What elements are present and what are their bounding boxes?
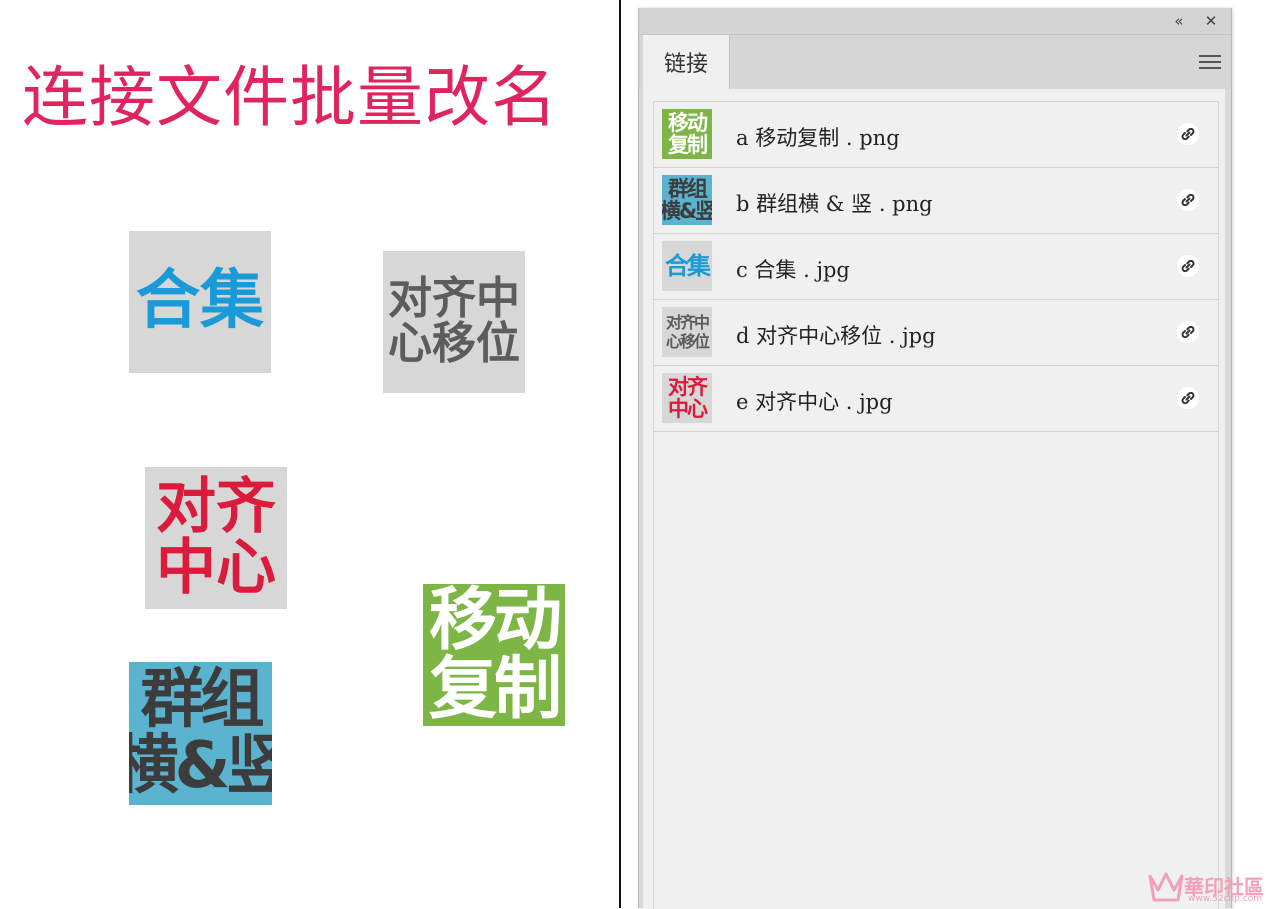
tile-text-line: 复制 bbox=[428, 650, 562, 726]
link-filename: d 对齐中心移位 . jpg bbox=[736, 324, 936, 348]
thumbnail-text-line: 中心 bbox=[668, 397, 708, 421]
hamburger-menu-icon[interactable] bbox=[1199, 51, 1221, 71]
link-status-icon[interactable] bbox=[1176, 254, 1200, 278]
link-status-icon[interactable] bbox=[1176, 386, 1200, 410]
link-filename: a 移动复制 . png bbox=[736, 126, 900, 150]
tile-text-line: 群组 bbox=[140, 663, 265, 738]
watermark-logo: 華印社區 www.52cnp.com bbox=[1148, 866, 1280, 908]
tile-duiqi-zhongxin-yiwei[interactable]: 对齐中 心移位 bbox=[383, 251, 525, 393]
tile-duiqi-zhongxin[interactable]: 对齐 中心 bbox=[145, 467, 287, 609]
link-filename: c 合集 . jpg bbox=[736, 258, 850, 282]
tile-text-line: 对齐中 bbox=[388, 273, 520, 325]
thumbnail-text-line: 移动 bbox=[668, 111, 708, 135]
tile-text-line: 心移位 bbox=[388, 318, 520, 369]
link-status-icon[interactable] bbox=[1176, 188, 1200, 212]
document-canvas: 连接文件批量改名 合集 对齐中 心移位 对齐 中心 移动 复制 群组 横&竖 bbox=[0, 0, 619, 908]
watermark-url: www.52cnp.com bbox=[1188, 894, 1263, 904]
link-thumbnail: 移动 复制 bbox=[662, 109, 712, 159]
tab-links[interactable]: 链接 bbox=[643, 35, 730, 89]
thumbnail-text-line: 横&竖 bbox=[662, 199, 712, 223]
thumbnail-text-line: 心移位 bbox=[665, 332, 710, 351]
page-title: 连接文件批量改名 bbox=[22, 59, 558, 136]
tile-heji[interactable]: 合集 bbox=[129, 231, 271, 373]
crown-logo-icon bbox=[1148, 872, 1184, 902]
panel-body: 移动 复制 a 移动复制 . png 群组 横&竖 b 群组横 & 竖 . png 合集 c … bbox=[643, 89, 1225, 909]
canvas-divider bbox=[619, 0, 621, 908]
link-status-icon[interactable] bbox=[1176, 320, 1200, 344]
links-list: 移动 复制 a 移动复制 . png 群组 横&竖 b 群组横 & 竖 . png 合集 c … bbox=[653, 101, 1219, 909]
link-status-icon[interactable] bbox=[1176, 122, 1200, 146]
link-row[interactable]: 群组 横&竖 b 群组横 & 竖 . png bbox=[654, 168, 1218, 234]
thumbnail-text-line: 合集 bbox=[665, 252, 711, 280]
link-thumbnail: 对齐中 心移位 bbox=[662, 307, 712, 357]
panel-tab-bar: 链接 bbox=[639, 35, 1231, 89]
link-filename: b 群组横 & 竖 . png bbox=[736, 192, 933, 216]
link-row[interactable]: 合集 c 合集 . jpg bbox=[654, 234, 1218, 300]
tile-text-line: 中心 bbox=[156, 533, 276, 603]
thumbnail-text-line: 对齐 bbox=[668, 375, 708, 399]
panel-titlebar: « ✕ bbox=[639, 8, 1231, 35]
tile-text-line: 移动 bbox=[428, 584, 562, 660]
link-filename: e 对齐中心 . jpg bbox=[736, 390, 893, 414]
tile-yidong-fuzhi[interactable]: 移动 复制 bbox=[423, 584, 565, 726]
tile-qunzu-heng-shu[interactable]: 群组 横&竖 bbox=[129, 662, 272, 805]
link-thumbnail: 合集 bbox=[662, 241, 712, 291]
link-row[interactable]: 移动 复制 a 移动复制 . png bbox=[654, 102, 1218, 168]
tile-text-line: 合集 bbox=[136, 264, 264, 339]
thumbnail-text-line: 对齐中 bbox=[665, 313, 710, 332]
thumbnail-text-line: 复制 bbox=[668, 133, 708, 157]
close-panel-icon[interactable]: ✕ bbox=[1201, 11, 1221, 31]
link-thumbnail: 群组 横&竖 bbox=[662, 175, 712, 225]
links-panel: « ✕ 链接 移动 复制 a 移动复制 . png 群组 横&竖 b 群组横 & 竖 . … bbox=[638, 8, 1232, 909]
link-thumbnail: 对齐 中心 bbox=[662, 373, 712, 423]
link-row[interactable]: 对齐中 心移位 d 对齐中心移位 . jpg bbox=[654, 300, 1218, 366]
link-row[interactable]: 对齐 中心 e 对齐中心 . jpg bbox=[654, 366, 1218, 432]
tile-text-line: 横&竖 bbox=[129, 728, 272, 803]
tile-text-line: 对齐 bbox=[156, 471, 276, 542]
thumbnail-text-line: 群组 bbox=[668, 177, 708, 201]
collapse-panel-icon[interactable]: « bbox=[1169, 11, 1189, 31]
